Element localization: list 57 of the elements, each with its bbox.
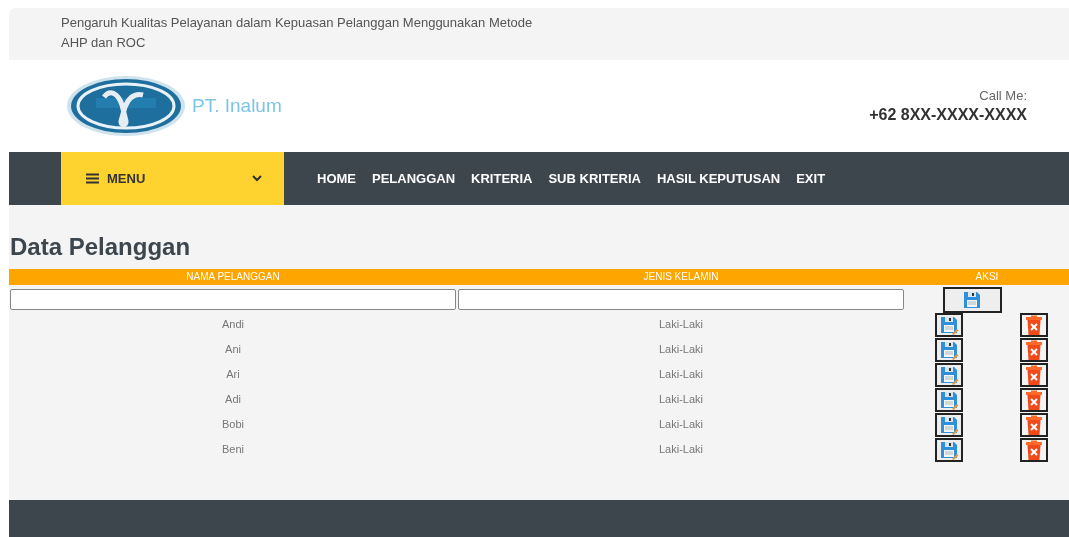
floppy-disk-edit-icon: [939, 315, 959, 335]
company-name: PT. Inalum: [192, 95, 282, 117]
table-cell-text: Laki-Laki: [658, 442, 704, 457]
trash-delete-icon: [1025, 340, 1043, 360]
table-cell-text: Bobi: [221, 417, 245, 432]
nav-link[interactable]: EXIT: [796, 171, 826, 186]
chevron-down-icon: [252, 175, 262, 182]
edit-button[interactable]: [935, 438, 963, 462]
table-cell-text: Adi: [224, 392, 242, 407]
trash-delete-icon: [1025, 415, 1043, 435]
nav-link[interactable]: HOME: [317, 171, 356, 186]
table-cell-text: Laki-Laki: [658, 392, 704, 407]
nav-link[interactable]: HASIL KEPUTUSAN: [656, 171, 781, 186]
nav-link[interactable]: PELANGGAN: [372, 171, 456, 186]
nav-link[interactable]: KRITERIA: [471, 171, 533, 186]
column-header: NAMA PELANGGAN: [9, 269, 457, 285]
table-cell-text: Andi: [221, 317, 245, 332]
input-field[interactable]: [458, 289, 904, 310]
floppy-disk-edit-icon: [939, 365, 959, 385]
menu-button[interactable]: MENU: [61, 152, 284, 205]
floppy-disk-edit-icon: [939, 415, 959, 435]
page-heading: Data Pelanggan: [10, 233, 192, 261]
delete-button[interactable]: [1020, 413, 1048, 437]
table-cell-text: Laki-Laki: [658, 417, 704, 432]
delete-button[interactable]: [1020, 388, 1048, 412]
trash-delete-icon: [1025, 440, 1043, 460]
floppy-disk-edit-icon: [939, 390, 959, 410]
add-button[interactable]: [942, 287, 1002, 313]
table-cell-text: Laki-Laki: [658, 367, 704, 382]
floppy-disk-edit-icon: [939, 340, 959, 360]
table-cell-text: Laki-Laki: [658, 342, 704, 357]
delete-button[interactable]: [1020, 313, 1048, 337]
edit-button[interactable]: [935, 313, 963, 337]
table-cell-text: Laki-Laki: [658, 317, 704, 332]
site-title: Pengaruh Kualitas Pelayanan dalam Kepuasan Pelanggan Menggunakan Metode AHP dan ROC: [61, 14, 534, 52]
phone-number: +62 8XX-XXXX-XXXX: [869, 106, 1027, 124]
trash-delete-icon: [1025, 315, 1043, 335]
table-cell-text: Ari: [225, 367, 241, 382]
edit-button[interactable]: [935, 363, 963, 387]
trash-delete-icon: [1025, 390, 1043, 410]
floppy-disk-edit-icon: [939, 440, 959, 460]
edit-button[interactable]: [935, 413, 963, 437]
logo-icon: [66, 75, 186, 137]
edit-button[interactable]: [935, 338, 963, 362]
delete-button[interactable]: [1020, 438, 1048, 462]
menu-icon: [86, 173, 99, 184]
trash-delete-icon: [1025, 365, 1043, 385]
call-label: Call Me:: [979, 88, 1027, 103]
edit-button[interactable]: [935, 388, 963, 412]
input-field[interactable]: [10, 289, 456, 310]
table-cell-text: Beni: [221, 442, 245, 457]
delete-button[interactable]: [1020, 363, 1048, 387]
nav-link[interactable]: SUB KRITERIA: [548, 171, 641, 186]
column-header: JENIS KELAMIN: [457, 269, 905, 285]
column-header: AKSI: [905, 269, 1069, 285]
delete-button[interactable]: [1020, 338, 1048, 362]
table-cell-text: Ani: [224, 342, 242, 357]
